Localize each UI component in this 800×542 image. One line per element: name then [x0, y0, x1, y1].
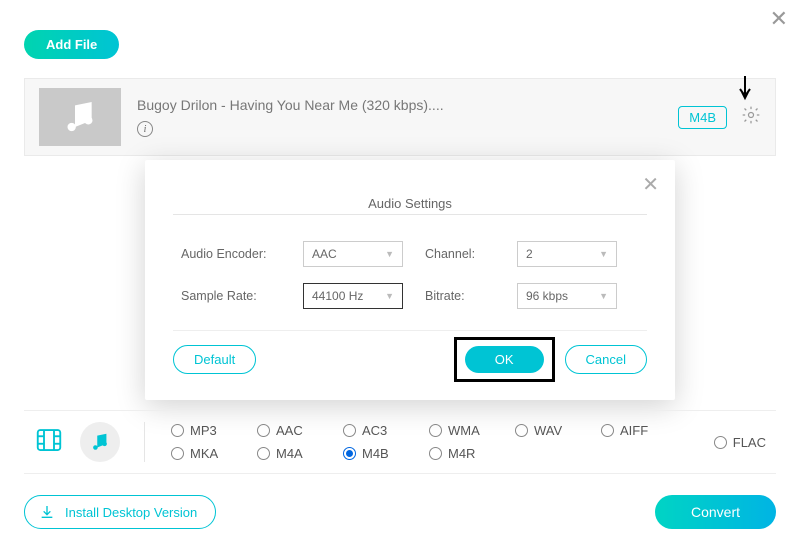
ok-button[interactable]: OK	[465, 346, 544, 373]
modal-title: Audio Settings	[350, 196, 470, 211]
format-m4a[interactable]: M4A	[257, 446, 343, 461]
chevron-down-icon: ▼	[599, 291, 608, 301]
format-m4r[interactable]: M4R	[429, 446, 515, 461]
cancel-button[interactable]: Cancel	[565, 345, 647, 374]
ok-highlight: OK	[454, 337, 555, 382]
format-badge[interactable]: M4B	[678, 106, 727, 129]
sample-rate-dropdown[interactable]: 44100 Hz▼	[303, 283, 403, 309]
bitrate-label: Bitrate:	[425, 289, 505, 303]
music-note-icon	[60, 97, 100, 137]
audio-settings-modal: ✕ Audio Settings Audio Encoder: AAC▼ Cha…	[145, 160, 675, 400]
gear-icon[interactable]	[741, 105, 761, 130]
video-mode-icon[interactable]	[34, 425, 64, 460]
bitrate-dropdown[interactable]: 96 kbps▼	[517, 283, 617, 309]
install-desktop-button[interactable]: Install Desktop Version	[24, 495, 216, 529]
format-grid: MP3 AAC AC3 WMA WAV AIFF MKA M4A M4B M4R	[171, 423, 687, 461]
format-flac[interactable]: FLAC	[714, 435, 766, 450]
format-wma[interactable]: WMA	[429, 423, 515, 438]
channel-dropdown[interactable]: 2▼	[517, 241, 617, 267]
format-aac[interactable]: AAC	[257, 423, 343, 438]
arrow-annotation	[737, 74, 753, 107]
chevron-down-icon: ▼	[599, 249, 608, 259]
format-ac3[interactable]: AC3	[343, 423, 429, 438]
encoder-label: Audio Encoder:	[181, 247, 291, 261]
convert-button[interactable]: Convert	[655, 495, 776, 529]
file-info: Bugoy Drilon - Having You Near Me (320 k…	[137, 97, 678, 137]
add-file-button[interactable]: Add File	[24, 30, 119, 59]
chevron-down-icon: ▼	[385, 291, 394, 301]
format-mka[interactable]: MKA	[171, 446, 257, 461]
format-wav[interactable]: WAV	[515, 423, 601, 438]
sample-rate-label: Sample Rate:	[181, 289, 291, 303]
default-button[interactable]: Default	[173, 345, 256, 374]
file-thumbnail	[39, 88, 121, 146]
channel-label: Channel:	[425, 247, 505, 261]
info-icon[interactable]: i	[137, 121, 153, 137]
modal-close-icon[interactable]: ✕	[642, 172, 659, 197]
format-m4b[interactable]: M4B	[343, 446, 429, 461]
file-title: Bugoy Drilon - Having You Near Me (320 k…	[137, 97, 678, 113]
file-row: Bugoy Drilon - Having You Near Me (320 k…	[24, 78, 776, 156]
app-close-icon[interactable]: ✕	[770, 6, 788, 32]
format-bar: MP3 AAC AC3 WMA WAV AIFF MKA M4A M4B M4R…	[24, 410, 776, 474]
download-icon	[39, 504, 55, 520]
audio-mode-icon[interactable]	[80, 422, 120, 462]
encoder-dropdown[interactable]: AAC▼	[303, 241, 403, 267]
chevron-down-icon: ▼	[385, 249, 394, 259]
format-mp3[interactable]: MP3	[171, 423, 257, 438]
format-aiff[interactable]: AIFF	[601, 423, 687, 438]
